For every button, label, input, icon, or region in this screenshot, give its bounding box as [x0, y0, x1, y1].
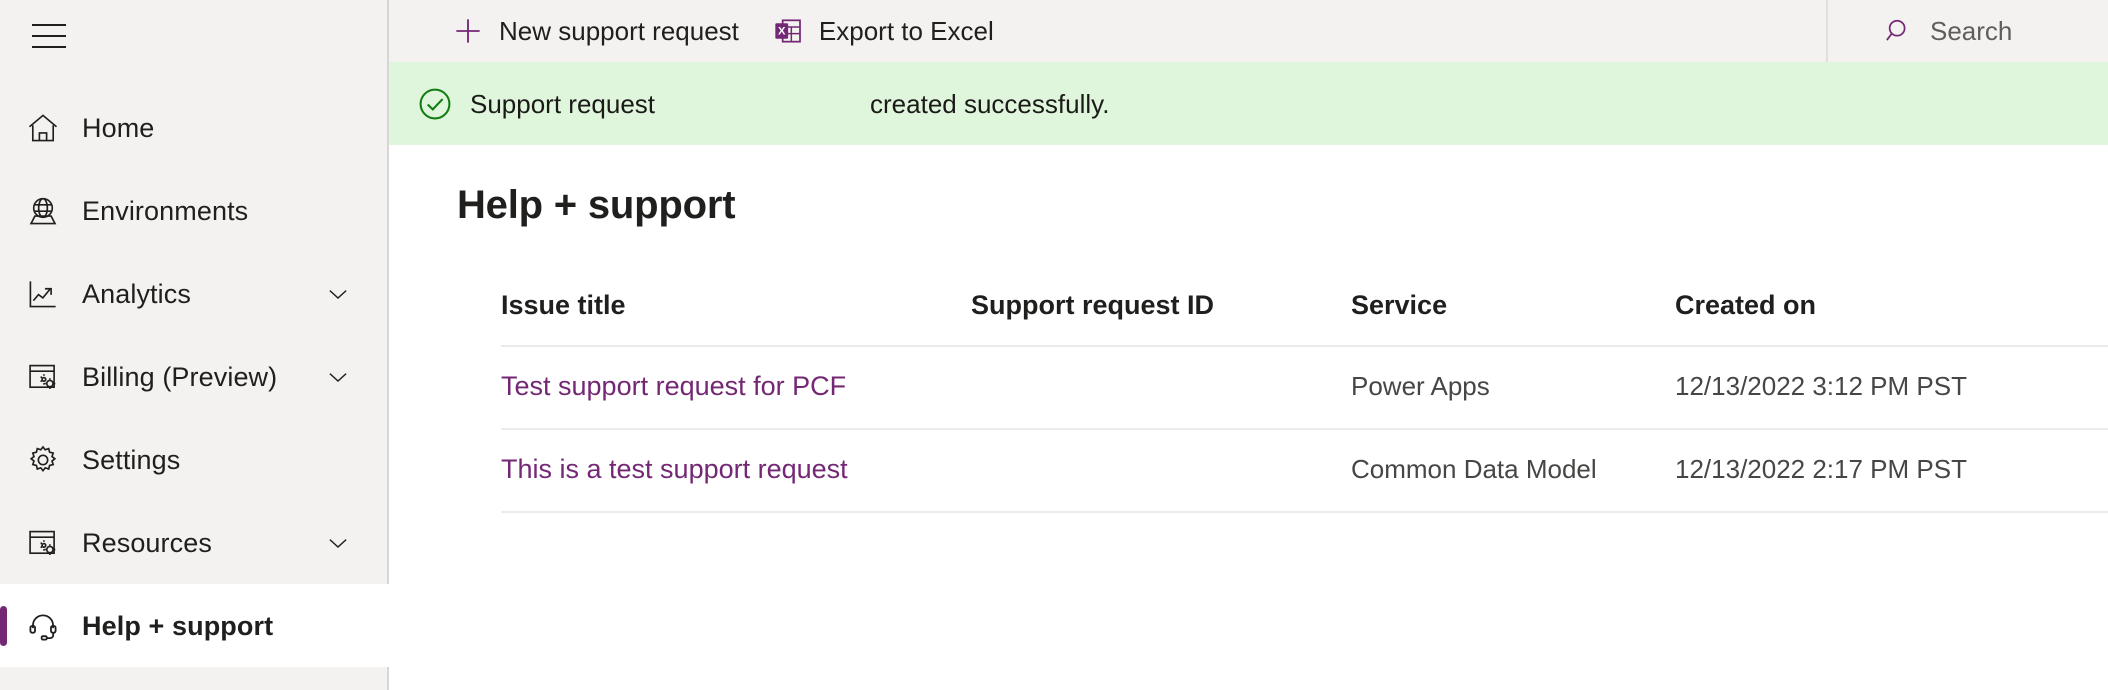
hamburger-bar — [32, 46, 66, 48]
content-area: Help + support Issue title Support reque… — [389, 181, 2108, 690]
globe-icon — [17, 189, 69, 233]
sidebar-item-label: Home — [82, 112, 155, 143]
cell-created-on: 12/13/2022 3:12 PM PST — [1675, 346, 2108, 430]
command-bar: New support request X Export to Excel Se… — [389, 0, 2108, 62]
hamburger-bar — [32, 24, 66, 26]
export-to-excel-label: Export to Excel — [818, 16, 994, 46]
success-notification-bar: Support request created successfully. — [389, 62, 2108, 145]
sidebar-nav-list: Home Environments Analytics Billing (Pre… — [0, 86, 389, 667]
column-header-created-on[interactable]: Created on — [1675, 290, 2108, 347]
search-input[interactable]: Search — [1826, 0, 2108, 62]
cell-created-on: 12/13/2022 2:17 PM PST — [1675, 429, 2108, 513]
cell-support-request-id — [971, 346, 1351, 430]
issue-title-link[interactable]: This is a test support request — [501, 454, 848, 484]
issue-title-link[interactable]: Test support request for PCF — [501, 371, 846, 401]
app-root: Home Environments Analytics Billing (Pre… — [0, 0, 2108, 690]
sidebar-item-settings[interactable]: Settings — [0, 418, 389, 501]
sidebar-item-label: Billing (Preview) — [82, 361, 278, 392]
search-placeholder: Search — [1930, 16, 2013, 46]
cell-issue-title: This is a test support request — [501, 429, 971, 513]
table-body: Test support request for PCF Power Apps … — [501, 346, 2108, 513]
sidebar-item-environments[interactable]: Environments — [0, 169, 389, 252]
billing-icon — [17, 355, 69, 399]
home-icon — [17, 106, 69, 150]
main-content: New support request X Export to Excel Se… — [389, 0, 2108, 690]
chevron-down-icon[interactable] — [323, 362, 353, 392]
column-header-service[interactable]: Service — [1351, 290, 1675, 347]
sidebar-item-label: Resources — [82, 527, 212, 558]
plus-icon — [451, 14, 485, 48]
sidebar-item-help-support[interactable]: Help + support — [0, 584, 389, 667]
gear-icon — [17, 438, 69, 482]
support-requests-table: Issue title Support request ID Service C… — [501, 290, 2108, 513]
chevron-down-icon[interactable] — [323, 528, 353, 558]
resources-icon — [17, 521, 69, 565]
sidebar-item-billing[interactable]: Billing (Preview) — [0, 335, 389, 418]
analytics-icon — [17, 272, 69, 316]
sidebar-item-label: Settings — [82, 444, 181, 475]
support-requests-table-wrap: Issue title Support request ID Service C… — [501, 290, 2108, 513]
sidebar-item-label: Analytics — [82, 278, 191, 309]
search-icon — [1882, 14, 1916, 48]
sidebar: Home Environments Analytics Billing (Pre… — [0, 0, 389, 690]
column-header-issue-title[interactable]: Issue title — [501, 290, 971, 347]
hamburger-bar — [32, 35, 66, 37]
sidebar-item-home[interactable]: Home — [0, 86, 389, 169]
new-support-request-label: New support request — [499, 16, 739, 46]
check-circle-icon — [416, 85, 454, 123]
selected-indicator — [0, 606, 7, 646]
menu-hamburger-icon[interactable] — [18, 10, 80, 62]
cell-support-request-id — [971, 429, 1351, 513]
sidebar-item-analytics[interactable]: Analytics — [0, 252, 389, 335]
headset-icon — [17, 604, 69, 648]
table-row[interactable]: Test support request for PCF Power Apps … — [501, 346, 2108, 430]
table-row[interactable]: This is a test support request Common Da… — [501, 429, 2108, 513]
chevron-down-icon[interactable] — [323, 279, 353, 309]
cell-service: Power Apps — [1351, 346, 1675, 430]
sidebar-item-label: Environments — [82, 195, 249, 226]
notification-prefix-text: Support request — [470, 88, 656, 119]
cell-issue-title: Test support request for PCF — [501, 346, 971, 430]
sidebar-item-resources[interactable]: Resources — [0, 501, 389, 584]
excel-icon: X — [771, 14, 805, 48]
table-header-row: Issue title Support request ID Service C… — [501, 290, 2108, 347]
new-support-request-button[interactable]: New support request — [435, 0, 755, 62]
notification-suffix-text: created successfully. — [870, 88, 1110, 119]
column-header-support-request-id[interactable]: Support request ID — [971, 290, 1351, 347]
export-to-excel-button[interactable]: X Export to Excel — [755, 0, 1010, 62]
table-head: Issue title Support request ID Service C… — [501, 290, 2108, 347]
svg-text:X: X — [778, 25, 786, 37]
page-title: Help + support — [457, 183, 736, 227]
cell-service: Common Data Model — [1351, 429, 1675, 513]
sidebar-item-label: Help + support — [82, 610, 274, 641]
